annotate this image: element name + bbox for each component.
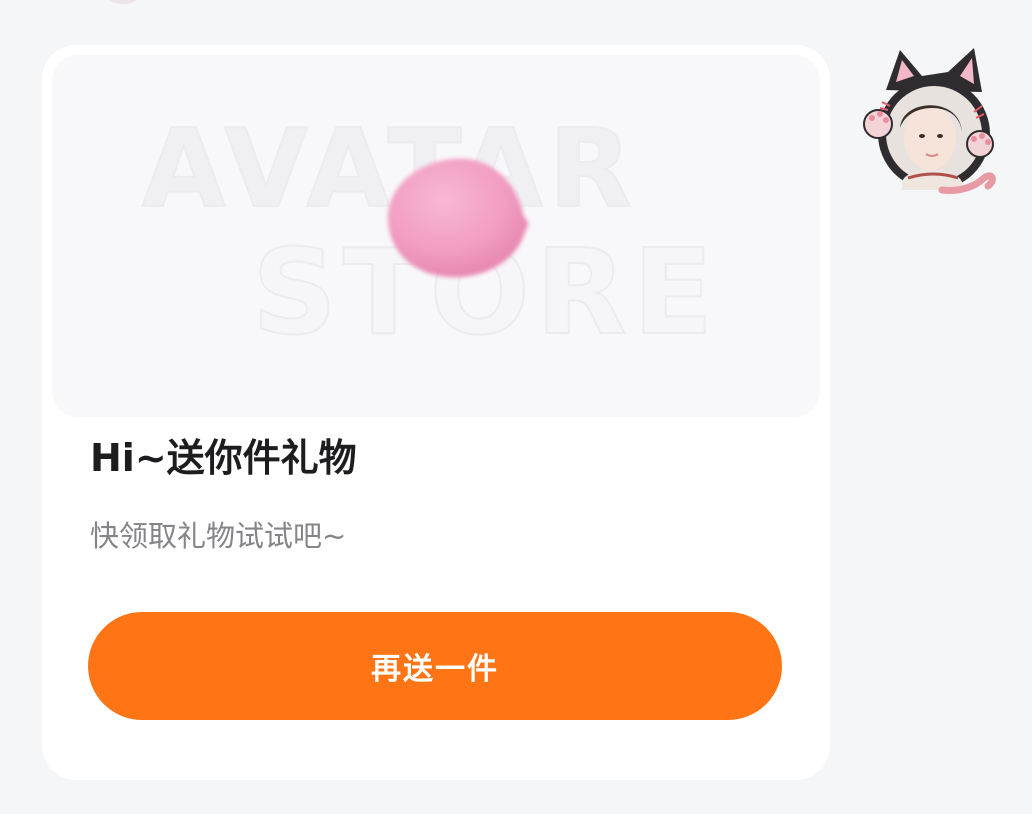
gift-banner: AVATAR STORE — [52, 55, 820, 417]
cat-frame-avatar-icon[interactable] — [856, 42, 1000, 202]
card-title: Hi~送你件礼物 — [90, 436, 357, 480]
previous-avatar-edge — [100, 0, 146, 4]
card-subtitle: 快领取礼物试试吧~ — [90, 519, 347, 553]
gift-image — [387, 158, 529, 278]
gift-message-card: AVATAR STORE Hi~送你件礼物 快领取礼物试试吧~ 再送一件 — [42, 45, 830, 780]
send-another-button[interactable]: 再送一件 — [88, 612, 782, 720]
